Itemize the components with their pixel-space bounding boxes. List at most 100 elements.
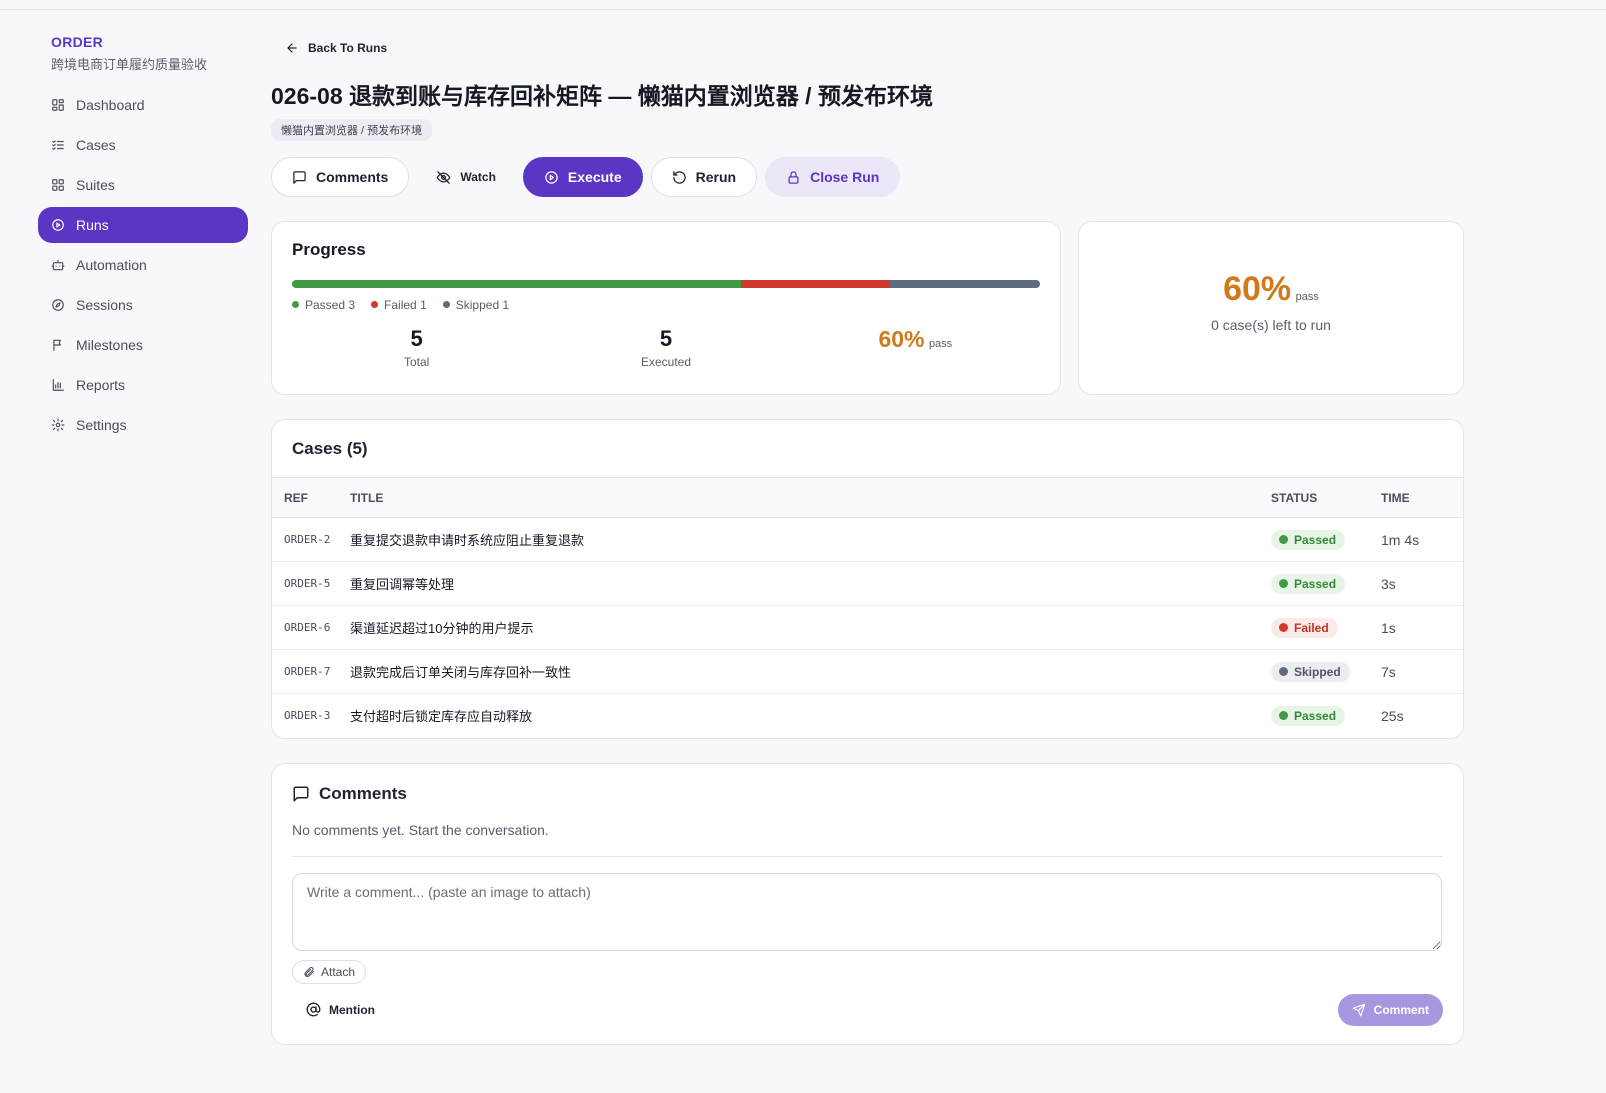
sidebar-item-sessions[interactable]: Sessions xyxy=(38,287,248,323)
status-label: Passed xyxy=(1294,532,1337,547)
stat-executed: 5 Executed xyxy=(541,326,790,369)
comments-card: Comments No comments yet. Start the conv… xyxy=(271,762,1464,1045)
comments-button-label: Comments xyxy=(316,169,389,185)
cases-title: Cases (5) xyxy=(292,439,368,458)
comments-header: Comments xyxy=(292,784,1443,804)
stat-pass-pct: 60% xyxy=(878,326,925,352)
action-bar: Comments Watch Execute Rerun Close Run xyxy=(271,157,1491,197)
submit-comment-button[interactable]: Comment xyxy=(1337,993,1443,1026)
case-time: 1m 4s xyxy=(1381,517,1463,562)
brand: ORDER 跨境电商订单履约质量验收 xyxy=(38,34,248,73)
status-badge: Skipped xyxy=(1271,661,1350,682)
bot-icon xyxy=(51,258,65,272)
brand-name: ORDER xyxy=(51,34,104,50)
sidebar-item-label: Milestones xyxy=(76,337,143,353)
sidebar-item-label: Settings xyxy=(76,417,127,433)
legend-skipped: Skipped 1 xyxy=(442,298,509,312)
case-ref[interactable]: ORDER-2 xyxy=(272,517,350,562)
message-square-icon xyxy=(293,170,306,184)
comments-title: Comments xyxy=(319,783,407,803)
sidebar-item-cases[interactable]: Cases xyxy=(38,127,248,163)
table-row[interactable]: ORDER-3 支付超时后锁定库存应自动释放 Passed 25s xyxy=(272,694,1463,738)
attach-button[interactable]: Attach xyxy=(292,959,367,984)
mention-label: Mention xyxy=(329,1002,375,1017)
table-row[interactable]: ORDER-5 重复回调幂等处理 Passed 3s xyxy=(272,561,1463,606)
comment-input[interactable] xyxy=(292,872,1442,951)
flag-icon xyxy=(51,338,65,352)
passed-dot-icon xyxy=(292,301,299,308)
case-ref[interactable]: ORDER-5 xyxy=(272,561,350,606)
case-status: Passed xyxy=(1271,561,1381,606)
case-title[interactable]: 退款完成后订单关闭与库存回补一致性 xyxy=(350,649,1271,694)
legend-failed: Failed 1 xyxy=(371,298,427,312)
case-time: 1s xyxy=(1381,605,1463,650)
progress-stats: 5 Total 5 Executed 60% pass xyxy=(292,326,1040,369)
sidebar-item-label: Cases xyxy=(76,137,116,153)
comments-button[interactable]: Comments xyxy=(271,157,410,197)
status-dot-icon xyxy=(1279,535,1288,544)
column-status[interactable]: STATUS xyxy=(1271,477,1381,518)
status-badge: Passed xyxy=(1271,529,1346,550)
case-title[interactable]: 渠道延迟超过10分钟的用户提示 xyxy=(350,605,1271,650)
execute-button[interactable]: Execute xyxy=(522,157,643,197)
skipped-dot-icon xyxy=(442,301,450,308)
progress-bar xyxy=(292,280,1040,288)
play-circle-icon xyxy=(545,170,558,184)
case-title[interactable]: 支付超时后锁定库存应自动释放 xyxy=(350,694,1271,738)
mention-button[interactable]: Mention xyxy=(306,1002,375,1017)
legend-passed: Passed 3 xyxy=(292,298,355,312)
stat-total-label: Total xyxy=(403,355,430,369)
rerun-button[interactable]: Rerun xyxy=(650,157,758,197)
eye-off-icon xyxy=(436,170,451,184)
status-label: Passed xyxy=(1294,576,1337,591)
case-time: 3s xyxy=(1381,561,1463,606)
column-title[interactable]: TITLE xyxy=(350,477,1271,518)
case-title[interactable]: 重复提交退款申请时系统应阻止重复退款 xyxy=(350,517,1271,562)
column-time[interactable]: TIME xyxy=(1381,477,1463,518)
column-ref[interactable]: REF xyxy=(272,477,350,518)
stat-pass-label: pass xyxy=(928,338,953,350)
table-row[interactable]: ORDER-6 渠道延迟超过10分钟的用户提示 Failed 1s xyxy=(272,605,1463,650)
summary-left-to-run: 0 case(s) left to run xyxy=(1211,317,1331,333)
sidebar-item-label: Sessions xyxy=(76,297,133,313)
sidebar-item-label: Dashboard xyxy=(76,97,145,113)
comments-empty-text: No comments yet. Start the conversation. xyxy=(292,822,1443,857)
close-run-button[interactable]: Close Run xyxy=(765,157,901,197)
back-to-runs-link[interactable]: Back To Runs xyxy=(285,36,387,60)
case-title[interactable]: 重复回调幂等处理 xyxy=(350,561,1271,606)
table-row[interactable]: ORDER-7 退款完成后订单关闭与库存回补一致性 Skipped 7s xyxy=(272,649,1463,694)
case-ref[interactable]: ORDER-3 xyxy=(272,694,350,738)
sidebar-item-settings[interactable]: Settings xyxy=(38,407,248,443)
sidebar-item-automation[interactable]: Automation xyxy=(38,247,248,283)
progress-card: Progress Passed 3 Failed 1 Skipped 1 5 T… xyxy=(271,221,1061,395)
sidebar-item-suites[interactable]: Suites xyxy=(38,167,248,203)
status-dot-icon xyxy=(1279,579,1288,588)
sidebar-item-runs[interactable]: Runs xyxy=(38,207,248,243)
sidebar-item-dashboard[interactable]: Dashboard xyxy=(38,87,248,123)
sidebar-item-reports[interactable]: Reports xyxy=(38,367,248,403)
progress-title: Progress xyxy=(292,240,366,259)
watch-button[interactable]: Watch xyxy=(417,157,515,197)
top-bar xyxy=(0,0,1606,10)
submit-comment-label: Comment xyxy=(1373,1002,1429,1017)
at-sign-icon xyxy=(306,1002,321,1017)
case-status: Passed xyxy=(1271,517,1381,562)
status-badge: Passed xyxy=(1271,573,1346,594)
table-row[interactable]: ORDER-2 重复提交退款申请时系统应阻止重复退款 Passed 1m 4s xyxy=(272,517,1463,562)
cases-card: Cases (5) REF TITLE STATUS TIME ORDER-2 重… xyxy=(271,419,1464,739)
case-status: Failed xyxy=(1271,605,1381,650)
watch-button-label: Watch xyxy=(460,170,496,184)
progress-segment-skipped xyxy=(890,280,1040,288)
sidebar: ORDER 跨境电商订单履约质量验收 Dashboard Cases Suites R… xyxy=(38,34,248,447)
status-badge: Passed xyxy=(1271,705,1346,726)
case-ref[interactable]: ORDER-6 xyxy=(272,605,350,650)
sidebar-item-milestones[interactable]: Milestones xyxy=(38,327,248,363)
case-time: 25s xyxy=(1381,707,1404,724)
status-badge: Failed xyxy=(1271,617,1338,638)
stat-executed-label: Executed xyxy=(640,355,692,369)
back-label: Back To Runs xyxy=(308,41,388,55)
attach-label: Attach xyxy=(321,964,356,979)
environment-tag: 懒猫内置浏览器 / 预发布环境 xyxy=(271,119,433,141)
progress-legend: Passed 3 Failed 1 Skipped 1 xyxy=(292,298,1040,312)
case-ref[interactable]: ORDER-7 xyxy=(272,649,350,694)
